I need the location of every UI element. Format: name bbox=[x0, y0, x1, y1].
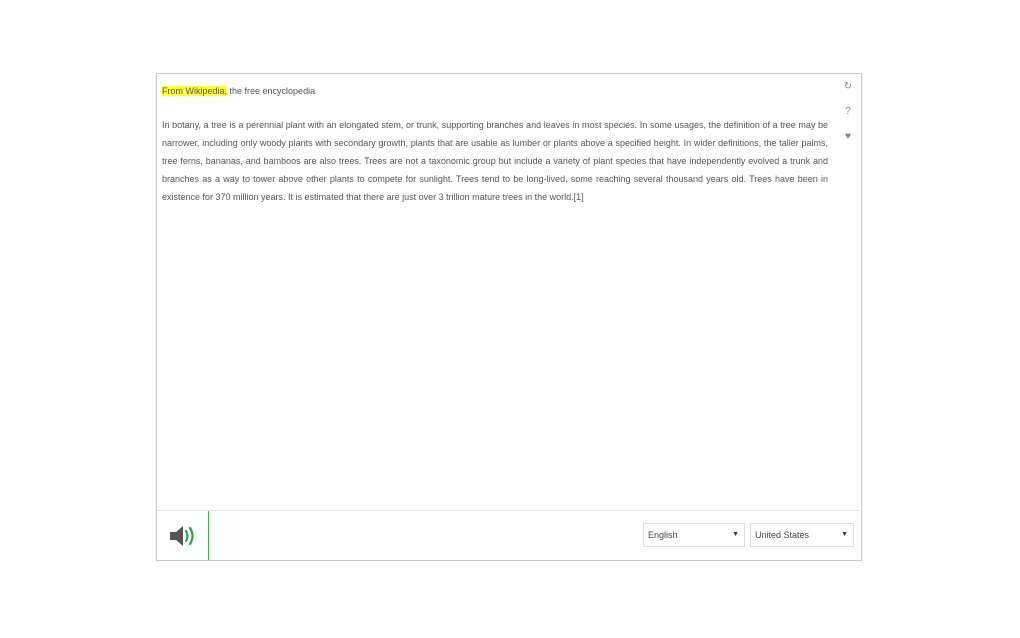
text-content: From Wikipedia, the free encyclopedia In… bbox=[162, 82, 828, 206]
source-highlight: From Wikipedia, bbox=[162, 86, 228, 96]
chevron-down-icon: ▼ bbox=[841, 531, 848, 538]
language-value: English bbox=[648, 530, 678, 540]
chevron-down-icon: ▼ bbox=[732, 531, 739, 538]
reader-panel: From Wikipedia, the free encyclopedia In… bbox=[156, 73, 862, 561]
language-select[interactable]: English ▼ bbox=[643, 523, 745, 547]
speaker-icon bbox=[169, 525, 194, 546]
bottom-bar: English ▼ United States ▼ bbox=[157, 510, 861, 560]
source-rest: the free encyclopedia bbox=[227, 86, 316, 96]
side-toolbar: ↻ ? ♥ bbox=[841, 80, 855, 155]
article-paragraph: In botany, a tree is a perennial plant w… bbox=[162, 120, 828, 202]
region-select[interactable]: United States ▼ bbox=[750, 523, 854, 547]
help-icon[interactable]: ? bbox=[845, 105, 851, 130]
region-value: United States bbox=[755, 530, 810, 540]
source-line: From Wikipedia, the free encyclopedia bbox=[162, 82, 828, 100]
speak-button[interactable] bbox=[157, 511, 209, 560]
heart-icon[interactable]: ♥ bbox=[845, 130, 851, 155]
refresh-icon[interactable]: ↻ bbox=[844, 80, 852, 105]
